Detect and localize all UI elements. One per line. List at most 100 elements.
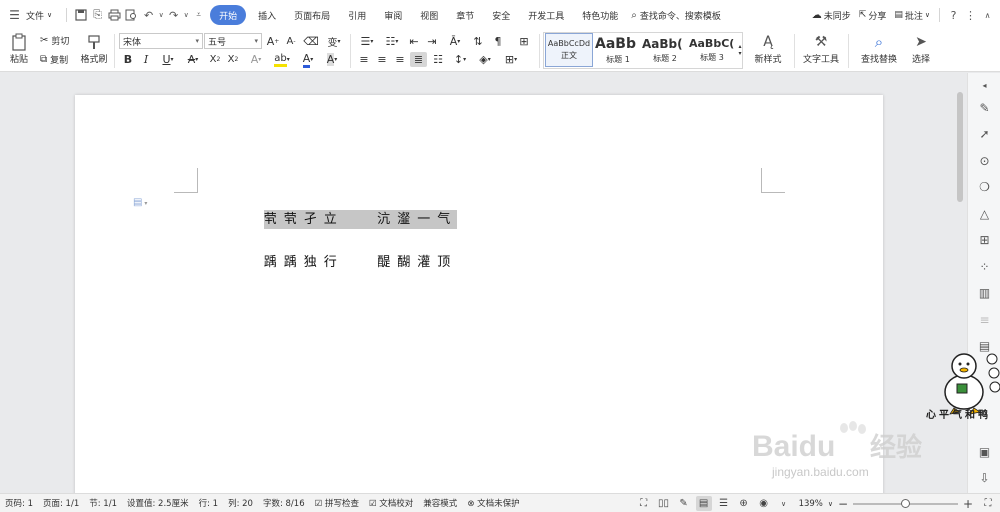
line-spacing-icon[interactable]: ↕ ▾ — [449, 52, 471, 67]
chart-icon[interactable]: ▥ — [976, 284, 993, 301]
table-tools-icon[interactable]: ⊞ — [516, 33, 532, 49]
tab-references[interactable]: 引用 — [339, 5, 375, 25]
tab-chapter[interactable]: 章节 — [447, 5, 483, 25]
page-view-icon[interactable]: ▤ — [695, 496, 712, 511]
style-heading-2[interactable]: AaBb( 标题 2 — [642, 33, 688, 67]
reading-mode-icon[interactable]: ▯▯ — [656, 496, 672, 511]
chinese-layout-icon[interactable]: Ā ▾ — [444, 33, 466, 49]
pages-status[interactable]: 页面: 1/1 — [38, 497, 84, 509]
tab-page-layout[interactable]: 页面布局 — [285, 5, 339, 25]
paste-button[interactable]: 粘贴 — [6, 32, 32, 65]
increase-indent-icon[interactable]: ⇥ — [424, 33, 440, 49]
doc-proof-button[interactable]: ☑ 文档校对 — [364, 497, 418, 509]
subscript-icon[interactable]: X2 — [225, 52, 241, 67]
font-size-select[interactable]: 五号 ▾ — [204, 33, 262, 49]
redo-icon[interactable]: ↷ — [165, 5, 182, 25]
find-replace-button[interactable]: ⌕ 查找替换 — [856, 32, 902, 65]
bullet-list-icon[interactable]: ☰ ▾ — [356, 33, 378, 49]
border-icon[interactable]: ⊞ ▾ — [500, 52, 522, 67]
paragraph-layout-icon[interactable]: ▤ ▾ — [133, 197, 147, 208]
comment-button[interactable]: ▤ 批注 ∨ — [890, 5, 934, 25]
table-icon[interactable]: ⊞ — [976, 231, 993, 248]
align-left-icon[interactable]: ≡ — [356, 52, 372, 67]
pointer-icon[interactable]: ➚ — [976, 125, 993, 142]
italic-icon[interactable]: I — [139, 52, 153, 67]
apps-icon[interactable]: ⁘ — [976, 258, 993, 275]
copy-button[interactable]: ⧉ 复制 — [40, 52, 68, 66]
font-color-icon[interactable]: A ▾ — [297, 52, 319, 68]
print-icon[interactable] — [106, 5, 123, 25]
decrease-indent-icon[interactable]: ⇤ — [406, 33, 422, 49]
zoom-in-icon[interactable]: + — [960, 496, 976, 511]
select-button[interactable]: ➤ 选择 — [905, 32, 937, 65]
sort-icon[interactable]: ⇅ — [470, 33, 486, 49]
pen-icon[interactable]: ✎ — [976, 99, 993, 116]
tab-view[interactable]: 视图 — [411, 5, 447, 25]
text-tools-button[interactable]: ⚒ 文字工具 — [799, 32, 843, 65]
outline-view-icon[interactable]: ☰ — [716, 496, 732, 511]
highlight-icon[interactable]: ab ▾ — [270, 52, 294, 67]
location-icon[interactable]: ⊙ — [976, 152, 993, 169]
cut-button[interactable]: ✂ 剪切 — [40, 33, 69, 47]
page-number-status[interactable]: 页码: 1 — [0, 497, 38, 509]
tab-security[interactable]: 安全 — [483, 5, 519, 25]
zoom-slider[interactable] — [853, 498, 958, 509]
bold-icon[interactable]: B — [121, 52, 135, 67]
list-icon[interactable]: ≡ — [976, 311, 993, 328]
align-center-icon[interactable]: ≡ — [374, 52, 390, 67]
download-icon[interactable]: ⇩ — [976, 469, 993, 486]
command-search[interactable]: ⌕ 查找命令、搜索模板 — [627, 5, 730, 25]
compat-mode-status[interactable]: 兼容模式 — [418, 497, 462, 509]
style-gallery-scroll[interactable]: ▴ ▾ — [736, 34, 744, 66]
justify-icon[interactable]: ≣ — [410, 52, 427, 67]
image-icon[interactable]: ▣ — [976, 443, 993, 460]
fullscreen-icon[interactable]: ⛶ — [636, 496, 652, 511]
char-shading-icon[interactable]: A ▾ — [321, 52, 343, 67]
format-painter-button[interactable]: 格式刷 — [78, 32, 110, 65]
redo-dropdown-icon[interactable]: ∨ — [182, 5, 190, 25]
zoom-level[interactable]: 139% — [794, 499, 828, 509]
save-icon[interactable] — [72, 5, 89, 25]
phonetic-guide-icon[interactable]: 变 ▾ — [323, 33, 345, 49]
collapse-ribbon-icon[interactable]: ∧ — [979, 5, 996, 25]
scrollbar-thumb[interactable] — [957, 92, 963, 202]
tab-developer[interactable]: 开发工具 — [519, 5, 573, 25]
shading-icon[interactable]: ◈ ▾ — [474, 52, 496, 67]
tab-special-features[interactable]: 特色功能 — [573, 5, 627, 25]
setting-value-status[interactable]: 设置值: 2.5厘米 — [122, 497, 194, 509]
vertical-scrollbar[interactable] — [955, 82, 965, 486]
output-pdf-icon[interactable]: ⎘ — [89, 5, 106, 25]
section-status[interactable]: 节: 1/1 — [84, 497, 122, 509]
word-count-status[interactable]: 字数: 8/16 — [258, 497, 310, 509]
style-heading-3[interactable]: AaBbC( 标题 3 — [689, 33, 735, 67]
clear-format-icon[interactable]: ⌫ — [303, 33, 319, 49]
customize-quick-access-icon[interactable]: ⩡ — [190, 5, 207, 25]
style-normal[interactable]: AaBbCcDd 正文 — [545, 33, 593, 67]
underline-icon[interactable]: U ▾ — [157, 52, 179, 67]
print-preview-icon[interactable] — [123, 5, 140, 25]
new-style-button[interactable]: Ą 新样式 — [748, 32, 788, 65]
zoom-level-chevron-icon[interactable]: ∨ — [828, 500, 833, 508]
align-right-icon[interactable]: ≡ — [392, 52, 408, 67]
shrink-font-icon[interactable]: A- — [284, 33, 298, 49]
document-line-1[interactable]: 茕茕孑立 沆瀣一气 — [197, 193, 458, 242]
undo-icon[interactable]: ↶ — [140, 5, 157, 25]
style-heading-1[interactable]: AaBb 标题 1 — [595, 33, 641, 67]
tab-insert[interactable]: 插入 — [249, 5, 285, 25]
show-marks-icon[interactable]: ¶ — [490, 33, 506, 49]
numbered-list-icon[interactable]: ☷ ▾ — [381, 33, 403, 49]
more-options-icon[interactable]: ⋮ — [962, 5, 979, 25]
tab-start[interactable]: 开始 — [210, 5, 247, 25]
text-effect-icon[interactable]: A ▾ — [245, 52, 267, 67]
superscript-icon[interactable]: X2 — [207, 52, 223, 67]
distributed-icon[interactable]: ☷ — [430, 52, 446, 67]
file-menu[interactable]: 文件 ∨ — [23, 5, 61, 25]
web-view-icon[interactable]: ⊕ — [736, 496, 752, 511]
fit-window-icon[interactable]: ⛶ — [980, 496, 996, 511]
share-button[interactable]: ⇱ 分享 — [855, 5, 891, 25]
menu-icon[interactable]: ☰ — [6, 5, 23, 25]
spell-check-button[interactable]: ☑ 拼写检查 — [310, 497, 364, 509]
document-line-2[interactable]: 踽踽独行 醍醐灌顶 — [197, 236, 457, 285]
zoom-dropdown-icon[interactable]: ∨ — [776, 496, 792, 511]
doc-protect-button[interactable]: ⊗ 文档未保护 — [462, 497, 524, 509]
